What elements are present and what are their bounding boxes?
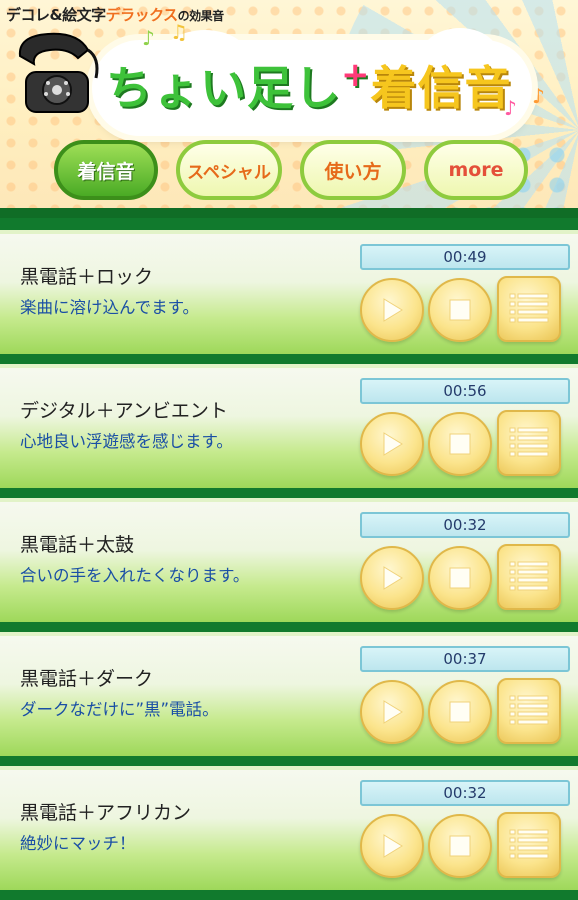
list-icon xyxy=(509,561,549,591)
ringtone-duration: 00:37 xyxy=(360,646,570,672)
ringtone-title: 黒電話＋ダーク xyxy=(20,668,154,690)
tab-more-label: more xyxy=(448,159,504,181)
music-note-icon: ♫ xyxy=(170,20,188,44)
stop-button[interactable] xyxy=(428,546,492,610)
list-icon xyxy=(509,293,549,323)
list-icon xyxy=(509,829,549,859)
stop-icon xyxy=(449,433,471,455)
play-button[interactable] xyxy=(360,412,424,476)
brand-tagline: デコレ&絵文字デラックスの効果音 xyxy=(6,4,224,25)
play-icon xyxy=(383,566,403,590)
ringtone-menu-button[interactable] xyxy=(497,678,561,744)
tab-how-to-use-label: 使い方 xyxy=(324,160,382,183)
ringtone-description: 心地良い浮遊感を感じます。 xyxy=(20,432,233,451)
ringtone-row: デジタル＋アンビエント 心地良い浮遊感を感じます。 00:56 xyxy=(0,364,578,488)
play-icon xyxy=(383,700,403,724)
stop-button[interactable] xyxy=(428,680,492,744)
stop-icon xyxy=(449,299,471,321)
ringtone-list: 黒電話＋ロック 楽曲に溶け込んでます。 00:49 デジタル＋アンビエント 心地… xyxy=(0,218,578,900)
stop-icon xyxy=(449,567,471,589)
stop-button[interactable] xyxy=(428,814,492,878)
ringtone-menu-button[interactable] xyxy=(497,544,561,610)
logo-part1: ちょい足し xyxy=(106,61,341,115)
tab-ringtones[interactable]: 着信音 xyxy=(54,140,158,200)
play-button[interactable] xyxy=(360,278,424,342)
header-separator xyxy=(0,208,578,218)
ringtone-description: 絶妙にマッチ！ xyxy=(20,834,136,853)
stop-button[interactable] xyxy=(428,278,492,342)
app-header: デコレ&絵文字デラックスの効果音 ♪ ♫ ♪ ♪ ちょい足し+着信音 着信音 ス… xyxy=(0,0,578,210)
ringtone-menu-button[interactable] xyxy=(497,410,561,476)
tab-special[interactable]: スペシャル xyxy=(176,140,282,200)
telephone-icon xyxy=(18,32,99,113)
ringtone-row: 黒電話＋アフリカン 絶妙にマッチ！ 00:32 xyxy=(0,766,578,890)
app-logo-title: ちょい足し+着信音 xyxy=(106,52,512,118)
logo-part2: 着信音 xyxy=(370,61,512,115)
ringtone-row: 黒電話＋太鼓 合いの手を入れたくなります。 00:32 xyxy=(0,498,578,622)
ringtone-duration: 00:49 xyxy=(360,244,570,270)
ringtone-title: 黒電話＋ロック xyxy=(20,266,154,288)
ringtone-title: 黒電話＋太鼓 xyxy=(20,534,135,556)
ringtone-menu-button[interactable] xyxy=(497,812,561,878)
play-icon xyxy=(383,298,403,322)
play-icon xyxy=(383,834,403,858)
play-icon xyxy=(383,432,403,456)
tab-how-to-use[interactable]: 使い方 xyxy=(300,140,406,200)
ringtone-duration: 00:56 xyxy=(360,378,570,404)
ringtone-duration: 00:32 xyxy=(360,780,570,806)
stop-icon xyxy=(449,835,471,857)
brand-prefix: デコレ&絵文字 xyxy=(6,6,106,24)
ringtone-duration: 00:32 xyxy=(360,512,570,538)
play-button[interactable] xyxy=(360,814,424,878)
play-button[interactable] xyxy=(360,546,424,610)
list-icon xyxy=(509,695,549,725)
logo-plus: + xyxy=(341,55,371,95)
brand-deluxe: デラックス xyxy=(105,6,179,24)
ringtone-row: 黒電話＋ダーク ダークなだけに”黒”電話。 00:37 xyxy=(0,632,578,756)
ringtone-menu-button[interactable] xyxy=(497,276,561,342)
play-button[interactable] xyxy=(360,680,424,744)
ringtone-title: 黒電話＋アフリカン xyxy=(20,802,192,824)
stop-icon xyxy=(449,701,471,723)
music-note-icon: ♪ xyxy=(532,84,545,108)
ringtone-title: デジタル＋アンビエント xyxy=(20,400,228,422)
ringtone-row: 黒電話＋ロック 楽曲に溶け込んでます。 00:49 xyxy=(0,230,578,354)
ringtone-description: ダークなだけに”黒”電話。 xyxy=(20,700,219,719)
ringtone-description: 合いの手を入れたくなります。 xyxy=(20,566,250,585)
stop-button[interactable] xyxy=(428,412,492,476)
music-note-icon: ♪ xyxy=(142,26,155,50)
tab-more[interactable]: more xyxy=(424,140,528,200)
tab-ringtones-label: 着信音 xyxy=(77,160,135,183)
tab-special-label: スペシャル xyxy=(187,162,271,183)
ringtone-description: 楽曲に溶け込んでます。 xyxy=(20,298,200,317)
list-icon xyxy=(509,427,549,457)
